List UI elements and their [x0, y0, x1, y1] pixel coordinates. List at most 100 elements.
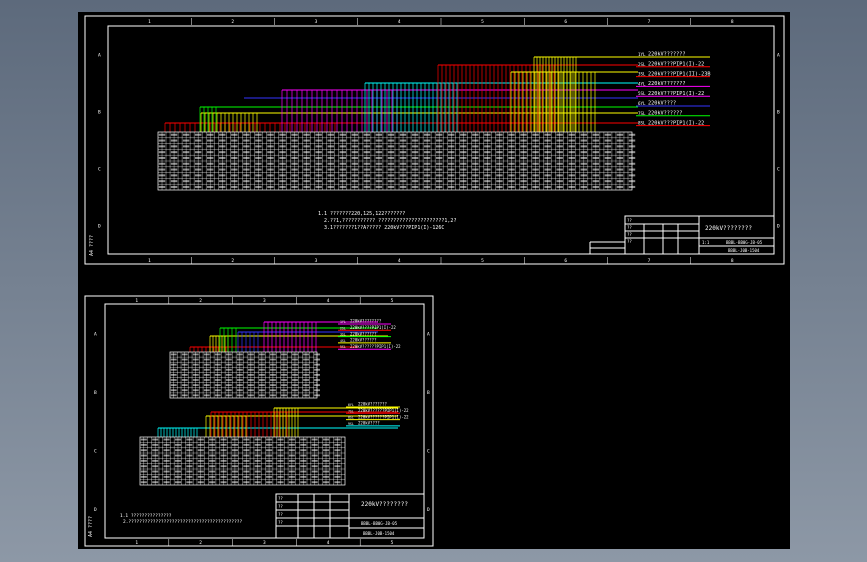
s1-table-cell-glyph: [303, 133, 310, 136]
s1-table-cell-glyph: [448, 180, 455, 183]
s1-col-label-top-1: 1: [148, 19, 151, 25]
s1-table-cell-glyph: [532, 145, 539, 148]
s1-table-cell-glyph: [532, 174, 539, 177]
s2b-table-cell-glyph: [186, 438, 193, 441]
s1-table-cell-glyph: [556, 156, 563, 159]
sheet1-side-tag: A4 ????: [89, 235, 95, 256]
s1-table-cell-glyph: [315, 180, 322, 183]
s2t-table-cell-glyph: [203, 379, 210, 381]
s1-table-cell-glyph: [219, 156, 226, 159]
s1-legend-code-4: 5SL: [638, 91, 646, 96]
s1-table-cell-glyph: [592, 133, 600, 136]
s2b-legend-text-0: 220kV???????: [358, 402, 387, 407]
s2t-table-cell-glyph: [236, 389, 243, 392]
s1-table-cell-glyph: [411, 156, 419, 159]
s1-col-label-top-3: 3: [315, 19, 318, 25]
s1-table-cell-glyph: [616, 151, 624, 154]
s2t-table-cell-glyph: [259, 384, 265, 386]
s1-table-cell-glyph: [472, 168, 479, 171]
s2b-table-cell-glyph: [243, 449, 250, 452]
s1-table-cell-glyph: [267, 133, 274, 136]
s2t-table-cell-glyph: [247, 373, 254, 376]
s2t-table-cell-glyph: [225, 379, 232, 381]
s2t-table-cell-glyph: [203, 368, 210, 371]
s2b-legend-text-3: 220kV????: [358, 421, 380, 426]
s2t-table-cell-glyph: [292, 379, 298, 381]
s1-table-cell-glyph: [243, 139, 250, 142]
s1-table-cell-glyph: [303, 174, 310, 177]
s2t-table-cell-glyph: [259, 358, 265, 361]
s2b-table-cell-glyph: [323, 454, 330, 457]
s1-table-cell-glyph: [387, 139, 395, 142]
s1-table-cell-glyph: [472, 162, 479, 165]
s1-table-cell-glyph: [387, 168, 395, 171]
s2b-table-cell-glyph: [334, 481, 341, 484]
s1-table-cell-glyph: [628, 151, 636, 154]
s1-table-cell-glyph: [231, 162, 238, 165]
s2b-table-cell-glyph: [197, 465, 204, 468]
s1-table-cell-glyph: [231, 139, 238, 142]
s1-table-cell-glyph: [604, 133, 612, 136]
s2b-table-cell-glyph: [197, 475, 204, 478]
s1-table-cell-glyph: [423, 145, 431, 148]
s1-table-cell-glyph: [520, 156, 527, 159]
s2t-table-cell-glyph: [192, 394, 199, 397]
s2b-table-cell-glyph: [323, 470, 330, 473]
s1-table-cell-glyph: [580, 162, 588, 165]
s1-table-cell-glyph: [255, 139, 262, 142]
s2b-table-cell-glyph: [152, 475, 159, 478]
s1-table-cell-glyph: [267, 162, 274, 165]
s1-table-cell-glyph: [520, 162, 527, 165]
s2b-table-cell-glyph: [197, 470, 204, 473]
s1-row-label-right-C: C: [777, 167, 780, 173]
s1-table-cell-glyph: [496, 185, 503, 188]
s2-col-label-bottom-5: 5: [391, 540, 394, 546]
s2b-table-cell-glyph: [174, 475, 182, 478]
s2b-table-cell-glyph: [311, 459, 318, 462]
s2b-table-cell-glyph: [266, 481, 273, 484]
s1-table-cell-glyph: [508, 156, 515, 159]
s2t-table-cell-glyph: [270, 394, 276, 397]
s2b-table-cell-glyph: [163, 470, 170, 473]
s2b-table-cell-glyph: [243, 475, 250, 478]
s1-row-label-right-A: A: [777, 53, 780, 59]
s2t-table-cell-glyph: [214, 394, 221, 397]
s2b-table-cell-glyph: [323, 449, 330, 452]
s2t-table-cell-glyph: [303, 389, 309, 392]
s2b-table-cell-glyph: [186, 470, 193, 473]
s2b-table-cell-glyph: [254, 475, 261, 478]
s1-table-cell-glyph: [255, 156, 262, 159]
s2t-table-cell-glyph: [259, 389, 265, 392]
s2t-table-cell-glyph: [270, 353, 276, 356]
cad-viewport[interactable]: 1122334455667788 AABBCCDD 1YL 220kV??????…: [78, 12, 790, 549]
s1-row-label-right-D: D: [777, 224, 780, 230]
s1-table-cell-glyph: [399, 156, 407, 159]
s1-table-cell-glyph: [520, 139, 527, 142]
s2t-table-cell-glyph: [236, 379, 243, 381]
s1-table-cell-glyph: [556, 185, 563, 188]
s2t-table-cell-glyph: [270, 379, 276, 381]
s1-table-cell-glyph: [219, 174, 226, 177]
s2b-legend-text-2: 220kV??????PIP1(I)-22: [358, 414, 409, 419]
s2t-table-cell-glyph: [214, 389, 221, 392]
sheet2-tb-row-2: ??: [278, 504, 283, 509]
s2t-table-cell-glyph: [192, 384, 199, 386]
sheet2-tb-row-3: ??: [278, 512, 283, 517]
sheet2-notes: 1.1 ??????????????? 2.??????????????????…: [120, 513, 242, 525]
s1-table-cell-glyph: [568, 174, 575, 177]
s1-table-cell-glyph: [460, 133, 467, 136]
s1-legend-code-2: 3SL: [638, 72, 646, 77]
s2b-table-cell-glyph: [152, 438, 159, 441]
s1-table-cell-glyph: [255, 133, 262, 136]
sheet2-note-2: 2.??????????????????????????????????????…: [123, 519, 242, 525]
s1-table-cell-glyph: [616, 139, 624, 142]
s1-table-cell-glyph: [375, 174, 383, 177]
s2b-table-cell-glyph: [209, 470, 216, 473]
s2t-table-cell-glyph: [214, 358, 221, 361]
s1-table-cell-glyph: [580, 139, 588, 142]
s2b-table-cell-glyph: [197, 481, 204, 484]
s1-row-label-left-C: C: [98, 167, 101, 173]
s1-table-cell-glyph: [243, 145, 250, 148]
s2b-table-cell-glyph: [288, 443, 295, 446]
s1-table-cell-glyph: [399, 174, 407, 177]
